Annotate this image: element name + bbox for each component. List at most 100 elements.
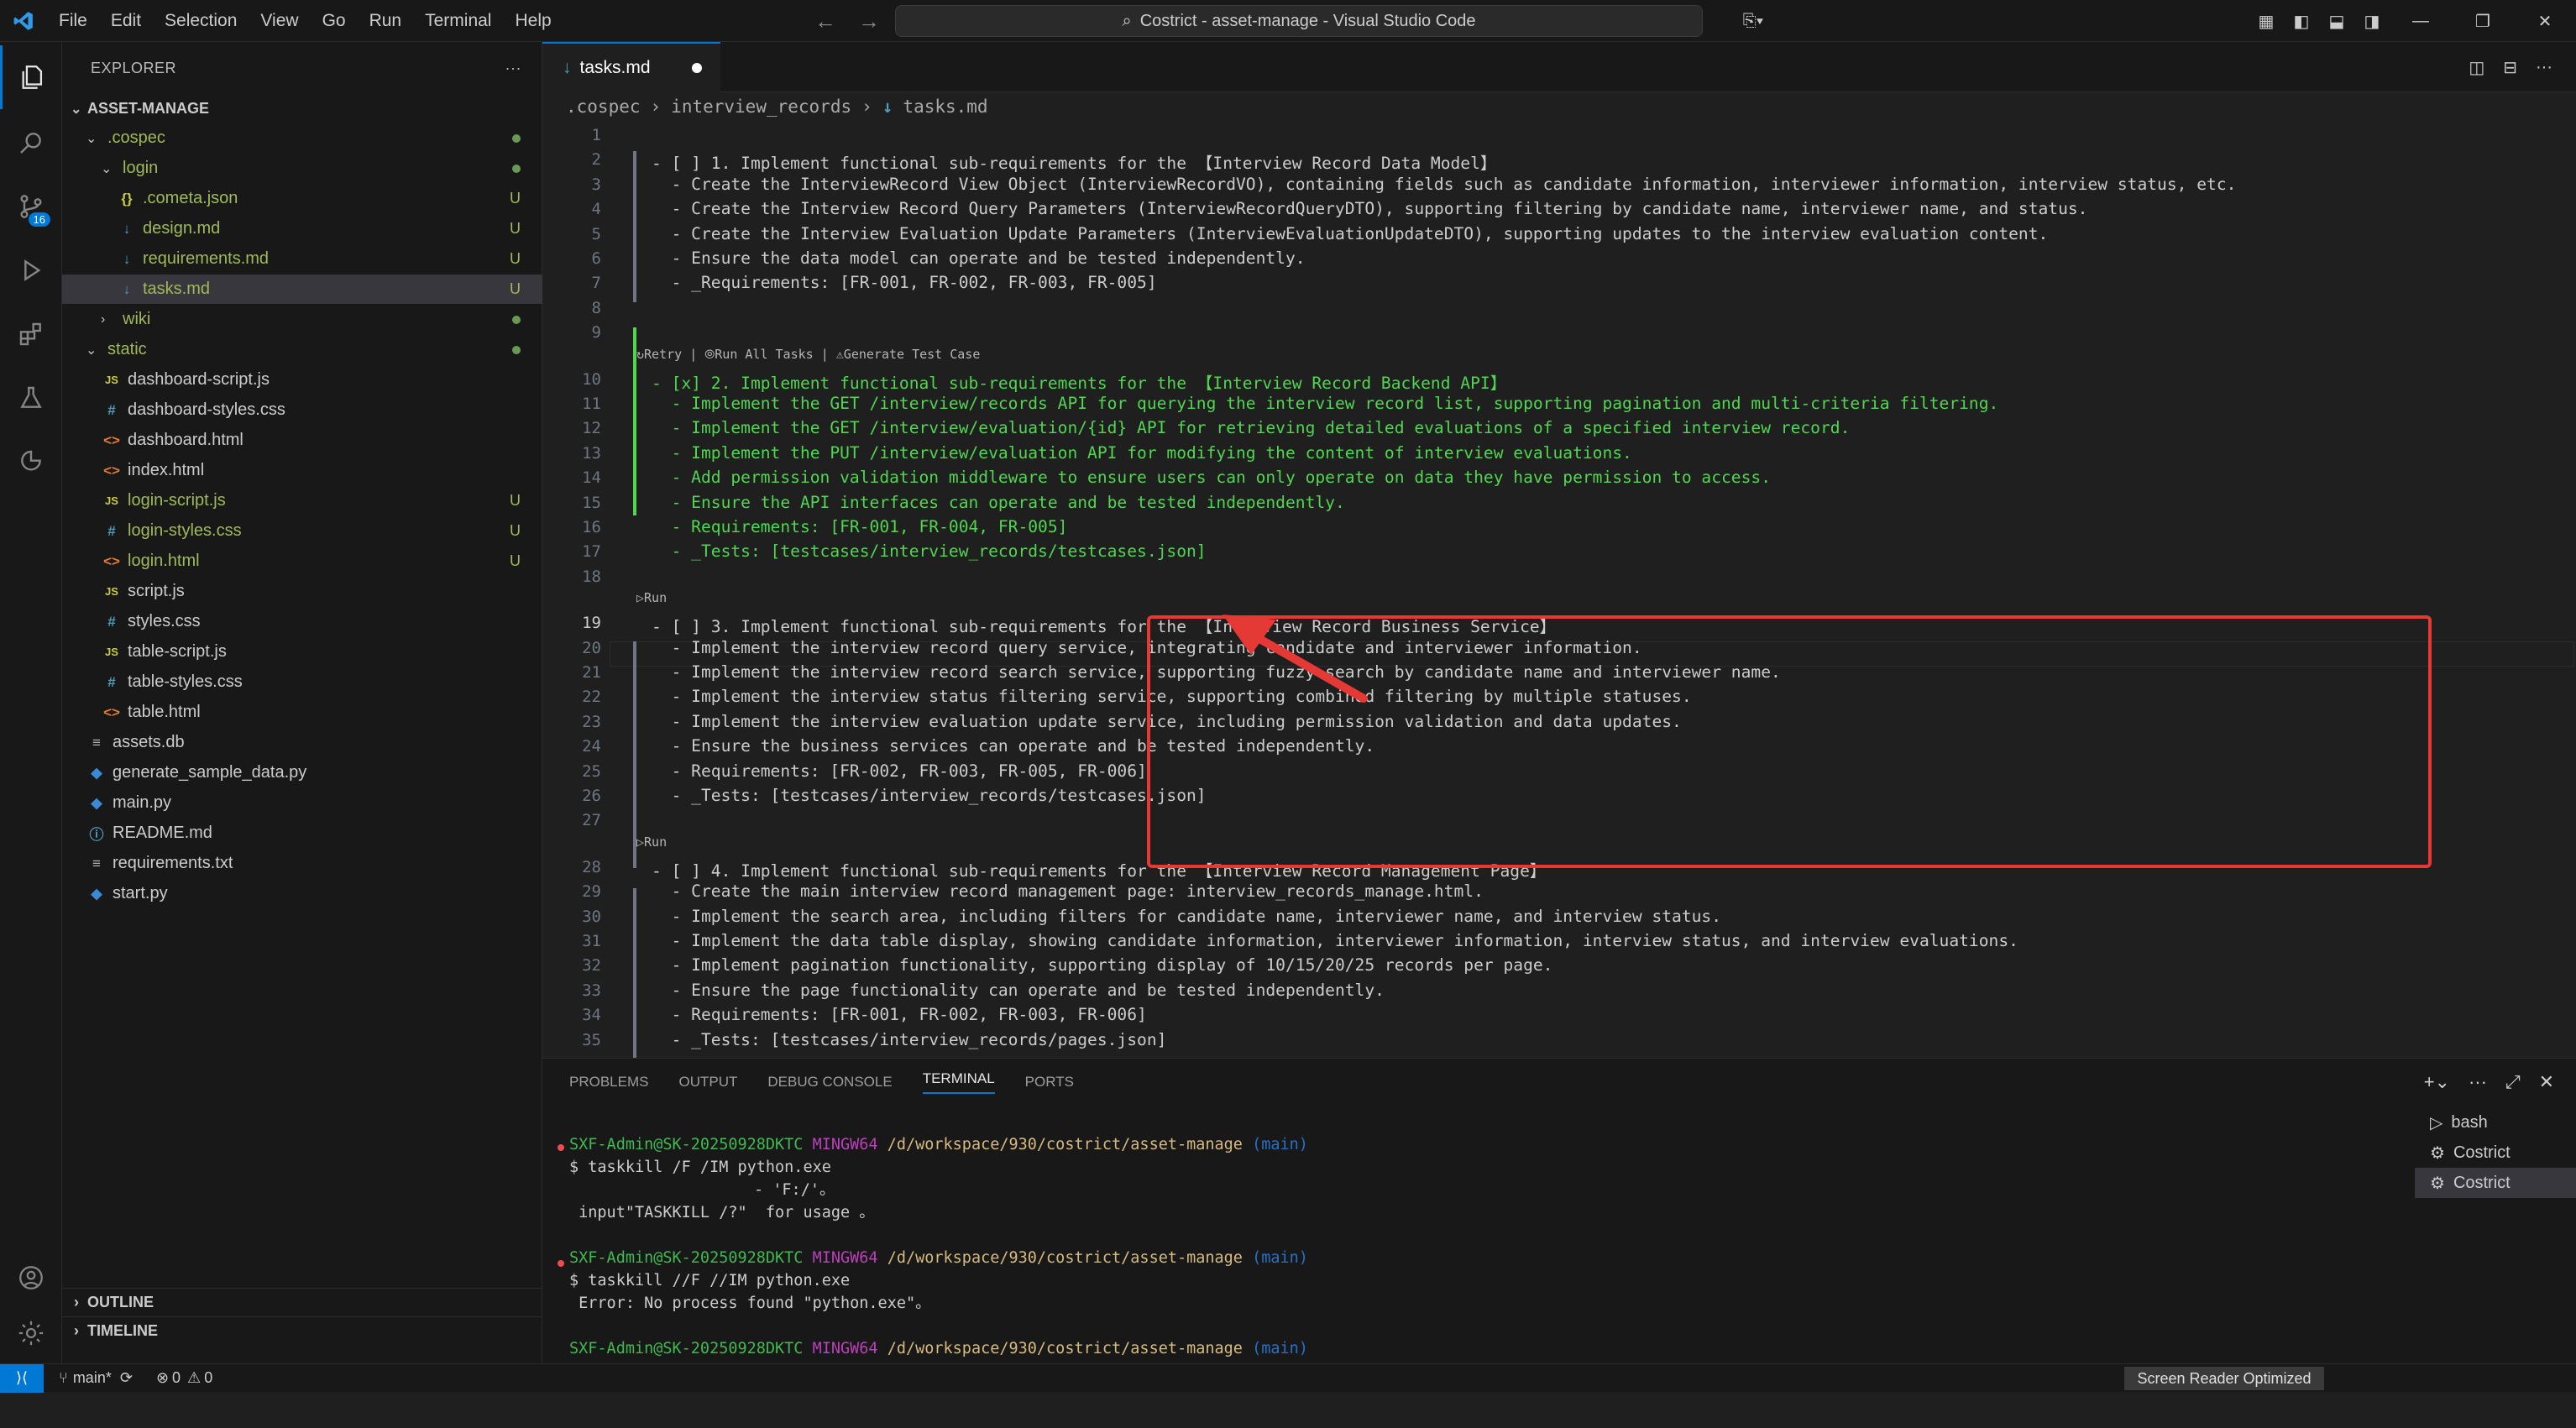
- tree-item[interactable]: # dashboard-styles.css: [62, 395, 542, 425]
- code-line[interactable]: - Ensure the API interfaces can operate …: [652, 493, 1345, 512]
- tree-item[interactable]: <> login.html U: [62, 547, 542, 576]
- menu-item-view[interactable]: View: [249, 0, 310, 42]
- menu-item-terminal[interactable]: Terminal: [413, 0, 503, 42]
- tree-item[interactable]: # table-styles.css: [62, 667, 542, 697]
- maximize-panel-icon[interactable]: ⤢: [2505, 1071, 2521, 1093]
- code-line[interactable]: - Implement the PUT /interview/evaluatio…: [652, 443, 1632, 463]
- screen-reader-status[interactable]: Screen Reader Optimized: [2124, 1367, 2324, 1390]
- breadcrumb-item[interactable]: .cospec: [566, 97, 641, 117]
- tree-item[interactable]: ≡ requirements.txt: [62, 849, 542, 878]
- code-line[interactable]: - Implement the search area, including f…: [652, 907, 1721, 926]
- workspace-root[interactable]: ⌄ ASSET-MANAGE: [62, 94, 542, 123]
- tree-item[interactable]: <> index.html: [62, 456, 542, 485]
- tab-debug-console[interactable]: DEBUG CONSOLE: [767, 1074, 892, 1091]
- menu-item-edit[interactable]: Edit: [99, 0, 153, 42]
- branch-name[interactable]: main*: [73, 1369, 112, 1387]
- code-line[interactable]: - Implement the GET /interview/evaluatio…: [652, 418, 1851, 437]
- menu-item-go[interactable]: Go: [311, 0, 358, 42]
- toggle-sidebar-icon[interactable]: ◧: [2284, 11, 2319, 32]
- more-actions-icon[interactable]: ···: [2469, 1071, 2487, 1093]
- code-line[interactable]: - Ensure the data model can operate and …: [652, 248, 1306, 268]
- tree-item[interactable]: ⌄ static: [62, 335, 542, 364]
- breadcrumb-item[interactable]: tasks.md: [903, 97, 987, 117]
- forward-arrow-icon[interactable]: →: [858, 8, 880, 34]
- code-line[interactable]: - Add permission validation middleware t…: [652, 468, 1771, 487]
- tree-item[interactable]: # login-styles.css U: [62, 516, 542, 546]
- testing-icon[interactable]: [0, 366, 62, 430]
- tab-problems[interactable]: PROBLEMS: [569, 1074, 648, 1091]
- source-control-icon[interactable]: 16: [0, 175, 62, 238]
- explorer-icon[interactable]: [0, 45, 62, 109]
- menu-item-file[interactable]: File: [47, 0, 99, 42]
- code-line[interactable]: - _Tests: [testcases/interview_records/t…: [652, 541, 1207, 561]
- code-line[interactable]: - Create the InterviewRecord View Object…: [652, 175, 2237, 194]
- command-center[interactable]: ⌕ Costrict - asset-manage - Visual Studi…: [895, 5, 1703, 37]
- remote-icon[interactable]: ⟩⟨: [0, 1363, 44, 1393]
- code-line[interactable]: - Implement pagination functionality, su…: [652, 955, 1553, 975]
- close-window-button[interactable]: ✕: [2514, 11, 2576, 32]
- search-view-icon[interactable]: [0, 111, 62, 175]
- code-line[interactable]: - [x] 2. Implement functional sub-requir…: [652, 369, 1506, 394]
- tree-item[interactable]: ◆ generate_sample_data.py: [62, 758, 542, 787]
- tree-item[interactable]: ⌄ login: [62, 154, 542, 183]
- codelens-actions[interactable]: ▷Run: [636, 590, 667, 605]
- tab-terminal[interactable]: TERMINAL: [922, 1070, 995, 1094]
- menu-item-selection[interactable]: Selection: [153, 0, 249, 42]
- code-line[interactable]: - Implement the GET /interview/records A…: [652, 394, 1999, 413]
- account-icon[interactable]: [0, 1246, 62, 1310]
- tree-item[interactable]: › wiki: [62, 305, 542, 334]
- timeline-section[interactable]: › TIMELINE: [62, 1316, 542, 1345]
- tree-item[interactable]: JS login-script.js U: [62, 486, 542, 515]
- costrict-icon[interactable]: [0, 430, 62, 494]
- restore-button[interactable]: ❐: [2452, 11, 2514, 32]
- run-debug-icon[interactable]: [0, 238, 62, 302]
- split-editor-icon[interactable]: ⊟: [2503, 57, 2517, 78]
- breadcrumb-item[interactable]: interview_records: [671, 97, 851, 117]
- more-actions-icon[interactable]: ···: [505, 60, 521, 77]
- tree-item[interactable]: ◆ main.py: [62, 788, 542, 818]
- new-terminal-icon[interactable]: +⌄: [2424, 1071, 2450, 1093]
- tree-item[interactable]: # styles.css: [62, 607, 542, 636]
- code-line[interactable]: - Create the Interview Record Query Para…: [652, 199, 2088, 218]
- code-line[interactable]: - _Requirements: [FR-001, FR-002, FR-003…: [652, 273, 1157, 292]
- toggle-secondary-sidebar-icon[interactable]: ◨: [2354, 11, 2390, 32]
- code-line[interactable]: - Create the main interview record manag…: [652, 881, 1484, 901]
- tab-output[interactable]: OUTPUT: [678, 1074, 737, 1091]
- open-preview-icon[interactable]: ◫: [2469, 57, 2484, 78]
- tree-item[interactable]: ↓ tasks.md U: [62, 275, 542, 304]
- code-line[interactable]: - _Tests: [testcases/interview_records/t…: [652, 786, 1207, 805]
- tree-item[interactable]: JS dashboard-script.js: [62, 365, 542, 395]
- warning-count[interactable]: 0: [204, 1369, 212, 1387]
- layout-customize-icon[interactable]: ▦: [2249, 11, 2284, 32]
- code-line[interactable]: - [ ] 1. Implement functional sub-requir…: [652, 149, 1497, 174]
- code-line[interactable]: - Requirements: [FR-001, FR-004, FR-005]: [652, 517, 1068, 536]
- outline-section[interactable]: › OUTLINE: [62, 1288, 542, 1316]
- tab-tasks-md[interactable]: ↓ tasks.md: [542, 42, 720, 92]
- code-line[interactable]: - _Tests: [testcases/interview_records/p…: [652, 1030, 1167, 1049]
- code-view[interactable]: 12- [ ] 1. Implement functional sub-requ…: [542, 123, 2576, 1103]
- tree-item[interactable]: ≡ assets.db: [62, 728, 542, 757]
- code-line[interactable]: - Implement the data table display, show…: [652, 931, 2018, 950]
- minimize-button[interactable]: —: [2390, 12, 2452, 31]
- close-panel-icon[interactable]: ✕: [2539, 1071, 2554, 1093]
- toggle-panel-icon[interactable]: ⬓: [2319, 11, 2354, 32]
- terminal-instance[interactable]: ⚙ Costrict: [2415, 1138, 2576, 1168]
- more-actions-icon[interactable]: ···: [2536, 58, 2552, 77]
- code-line[interactable]: - Create the Interview Evaluation Update…: [652, 224, 2049, 243]
- extensions-icon[interactable]: [0, 302, 62, 366]
- code-line[interactable]: - Ensure the page functionality can oper…: [652, 981, 1385, 1000]
- error-count[interactable]: 0: [172, 1369, 181, 1387]
- codelens-actions[interactable]: ↻Retry | ⦾Run All Tasks | ⚠Generate Test…: [636, 347, 980, 362]
- tree-item[interactable]: {} .cometa.json U: [62, 184, 542, 213]
- terminal-instance[interactable]: ⚙ Costrict: [2415, 1168, 2576, 1198]
- tab-ports[interactable]: PORTS: [1025, 1074, 1074, 1091]
- tree-item[interactable]: <> dashboard.html: [62, 426, 542, 455]
- tree-item[interactable]: <> table.html: [62, 698, 542, 727]
- copilot-icon[interactable]: ⎘▾: [1728, 12, 1778, 31]
- tree-item[interactable]: ↓ design.md U: [62, 214, 542, 243]
- code-line[interactable]: - Requirements: [FR-002, FR-003, FR-005,…: [652, 761, 1147, 781]
- code-line[interactable]: - Requirements: [FR-001, FR-002, FR-003,…: [652, 1005, 1147, 1024]
- tree-item[interactable]: ◆ start.py: [62, 879, 542, 908]
- terminal-instance[interactable]: ▷ bash: [2415, 1107, 2576, 1138]
- tree-item[interactable]: JS script.js: [62, 577, 542, 606]
